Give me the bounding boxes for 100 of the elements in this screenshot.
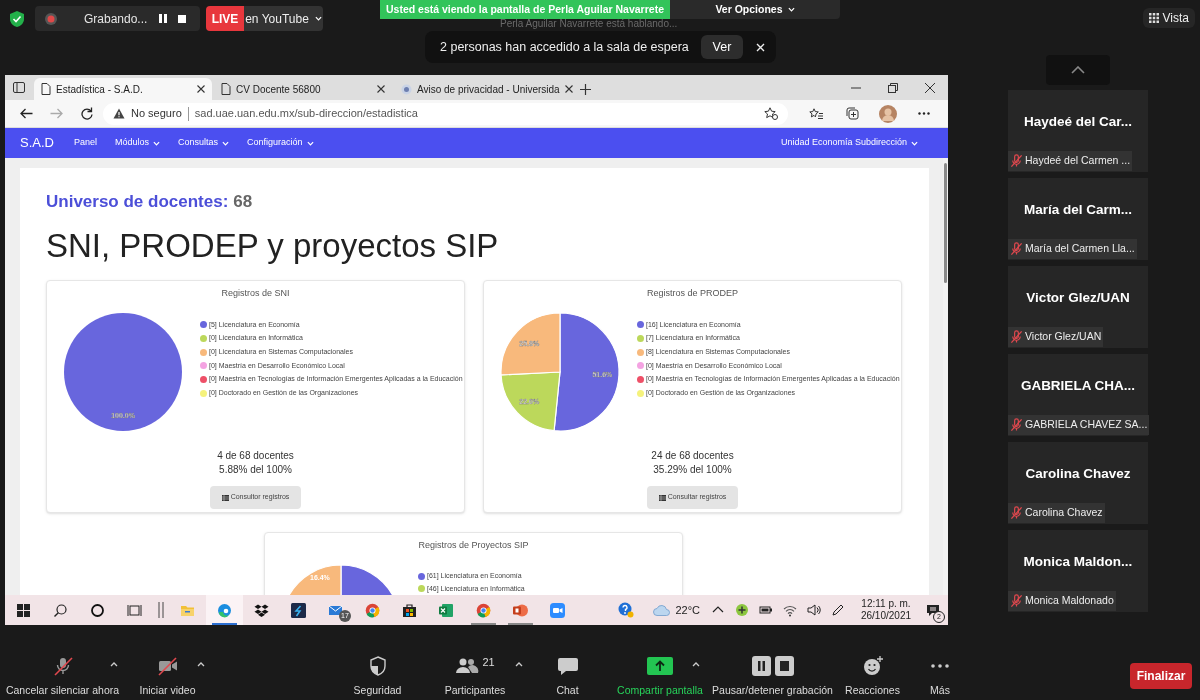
toolbar-button[interactable]: 21 Participantes xyxy=(425,656,525,697)
stop-icon xyxy=(178,14,187,23)
brand-link[interactable]: S.A.D xyxy=(20,133,54,153)
end-meeting-button[interactable]: Finalizar xyxy=(1130,663,1192,689)
refresh-icon xyxy=(79,107,93,120)
scrollbar[interactable] xyxy=(943,158,948,595)
nav-link[interactable]: Panel xyxy=(73,136,97,150)
close-icon xyxy=(377,85,385,93)
user-menu-link[interactable]: Unidad Economía Subdirección xyxy=(780,136,918,150)
name-label: Victor Glez/UAN xyxy=(1008,327,1104,347)
more-icon xyxy=(931,664,949,668)
chevron-up-icon xyxy=(1071,66,1085,74)
window-icon xyxy=(13,82,25,93)
plus-badge-icon xyxy=(735,603,749,617)
document-icon xyxy=(41,83,51,95)
help-icon xyxy=(618,602,635,618)
grid-icon xyxy=(1148,13,1159,23)
smiley-plus-icon xyxy=(861,656,884,676)
clock-button[interactable]: 12:11 p. m. 26/10/2021 xyxy=(854,595,918,625)
shopping-bag-icon xyxy=(402,602,417,618)
participant-name: María del Carm... xyxy=(1023,201,1132,220)
scrollbar-thumb[interactable] xyxy=(944,163,947,283)
pen-icon xyxy=(831,603,845,617)
pie-slice[interactable] xyxy=(64,313,182,431)
participant-name: Carolina Chavez xyxy=(1025,465,1131,484)
weather-button[interactable]: 22°C xyxy=(647,595,706,625)
pie-slice[interactable] xyxy=(500,371,561,432)
participant-name: Haydeé del Car... xyxy=(1023,113,1133,132)
notice-text: 2 personas han accedido a la sala de espera xyxy=(440,38,689,56)
toolbar-button[interactable]: Cancelar silenciar ahora xyxy=(0,656,125,697)
spreadsheet-icon xyxy=(439,602,454,618)
shield-icon xyxy=(368,656,387,676)
arrow-right-icon xyxy=(49,108,63,119)
toolbar-button[interactable]: Chat xyxy=(525,656,610,697)
chart-title: Registros de PRODEP xyxy=(645,287,739,300)
browser-icon xyxy=(217,602,232,618)
stat-text: 4 de 68 docentes xyxy=(217,449,294,463)
participant-count: 21 xyxy=(482,656,495,668)
nav-link[interactable]: Configuración xyxy=(247,136,314,150)
avatar-icon xyxy=(879,104,897,123)
caret-up-icon xyxy=(110,661,118,667)
name-label: GABRIELA CHAVEZ SA... xyxy=(1008,415,1150,435)
caret-icon xyxy=(314,16,322,21)
close-icon xyxy=(564,85,573,93)
pie-slice[interactable] xyxy=(553,312,620,432)
list-icon xyxy=(221,494,229,501)
warning-icon xyxy=(113,108,125,119)
caret-up-icon xyxy=(515,661,523,667)
view-options-button[interactable]: Ver Opciones xyxy=(669,0,840,19)
close-icon xyxy=(197,85,205,93)
clock-time: 12:11 p. m. xyxy=(861,598,911,610)
page-title: SNI, PRODEP y proyectos SIP xyxy=(46,228,500,264)
toolbar-button[interactable]: Compartir pantalla xyxy=(610,656,710,697)
stat-text: 24 de 68 docentes xyxy=(651,449,734,463)
collections-icon xyxy=(845,107,859,120)
nav-link[interactable]: Consultas xyxy=(178,136,230,150)
search-icon xyxy=(53,602,68,618)
close-icon xyxy=(756,42,766,52)
open-indicator xyxy=(471,623,496,625)
browser-tab[interactable]: Estadística - S.A.D. xyxy=(34,78,212,100)
chart-title: Registros de SNI xyxy=(220,287,291,300)
more-icon xyxy=(918,112,930,115)
browser-tab[interactable]: Aviso de privacidad - Universida xyxy=(394,78,572,100)
view-button[interactable]: Ver xyxy=(700,35,744,59)
caret-up-icon xyxy=(197,661,205,667)
stat-text: 5.88% del 100% xyxy=(219,463,292,477)
toolbar-button[interactable]: Reacciones xyxy=(835,656,910,697)
toolbar-button[interactable]: Seguridad xyxy=(330,656,425,697)
shield-icon xyxy=(9,10,25,28)
share-banner: Usted está viendo la pantalla de Perla Aguilar Navarrete xyxy=(380,0,670,19)
star-add-icon xyxy=(764,107,778,120)
view-button[interactable]: Vista xyxy=(1142,8,1195,28)
share-screen-icon xyxy=(647,657,673,675)
toolbar-button[interactable]: Más xyxy=(910,656,970,697)
document-icon xyxy=(221,83,231,95)
participant-name: Victor Glez/UAN xyxy=(1026,289,1130,308)
cloud-icon xyxy=(653,604,671,616)
record-icon xyxy=(44,11,58,26)
toolbar-button[interactable]: Iniciar video xyxy=(125,656,210,697)
recording-label: Grabando... xyxy=(84,10,149,28)
task-view-icon xyxy=(127,602,142,618)
address-field[interactable]: No seguro sad.uae.uan.edu.mx/sub-direccion/estadistica xyxy=(103,102,788,125)
nav-link[interactable]: Módulos xyxy=(115,136,161,150)
pause-stop-icon xyxy=(751,656,794,676)
windows-icon xyxy=(16,602,31,618)
close-icon xyxy=(924,82,935,93)
pause-icon xyxy=(159,14,168,23)
universe-heading: Universo de docentes: 68 xyxy=(46,192,254,212)
live-stream-button[interactable]: en YouTube xyxy=(244,6,323,31)
restore-icon xyxy=(887,82,898,93)
browser-tab[interactable]: CV Docente 56800 xyxy=(214,78,392,100)
open-indicator xyxy=(508,623,533,625)
browser-icon xyxy=(365,602,380,618)
wifi-icon xyxy=(783,603,797,617)
app-icon xyxy=(291,602,306,618)
speaker-icon xyxy=(807,603,821,617)
chat-bubble-icon xyxy=(556,656,579,676)
url-text: sad.uae.uan.edu.mx/sub-direccion/estadistica xyxy=(194,106,419,122)
name-label: Haydeé del Carmen ... xyxy=(1008,151,1133,171)
toolbar-button[interactable]: Pausar/detener grabación xyxy=(710,656,835,697)
